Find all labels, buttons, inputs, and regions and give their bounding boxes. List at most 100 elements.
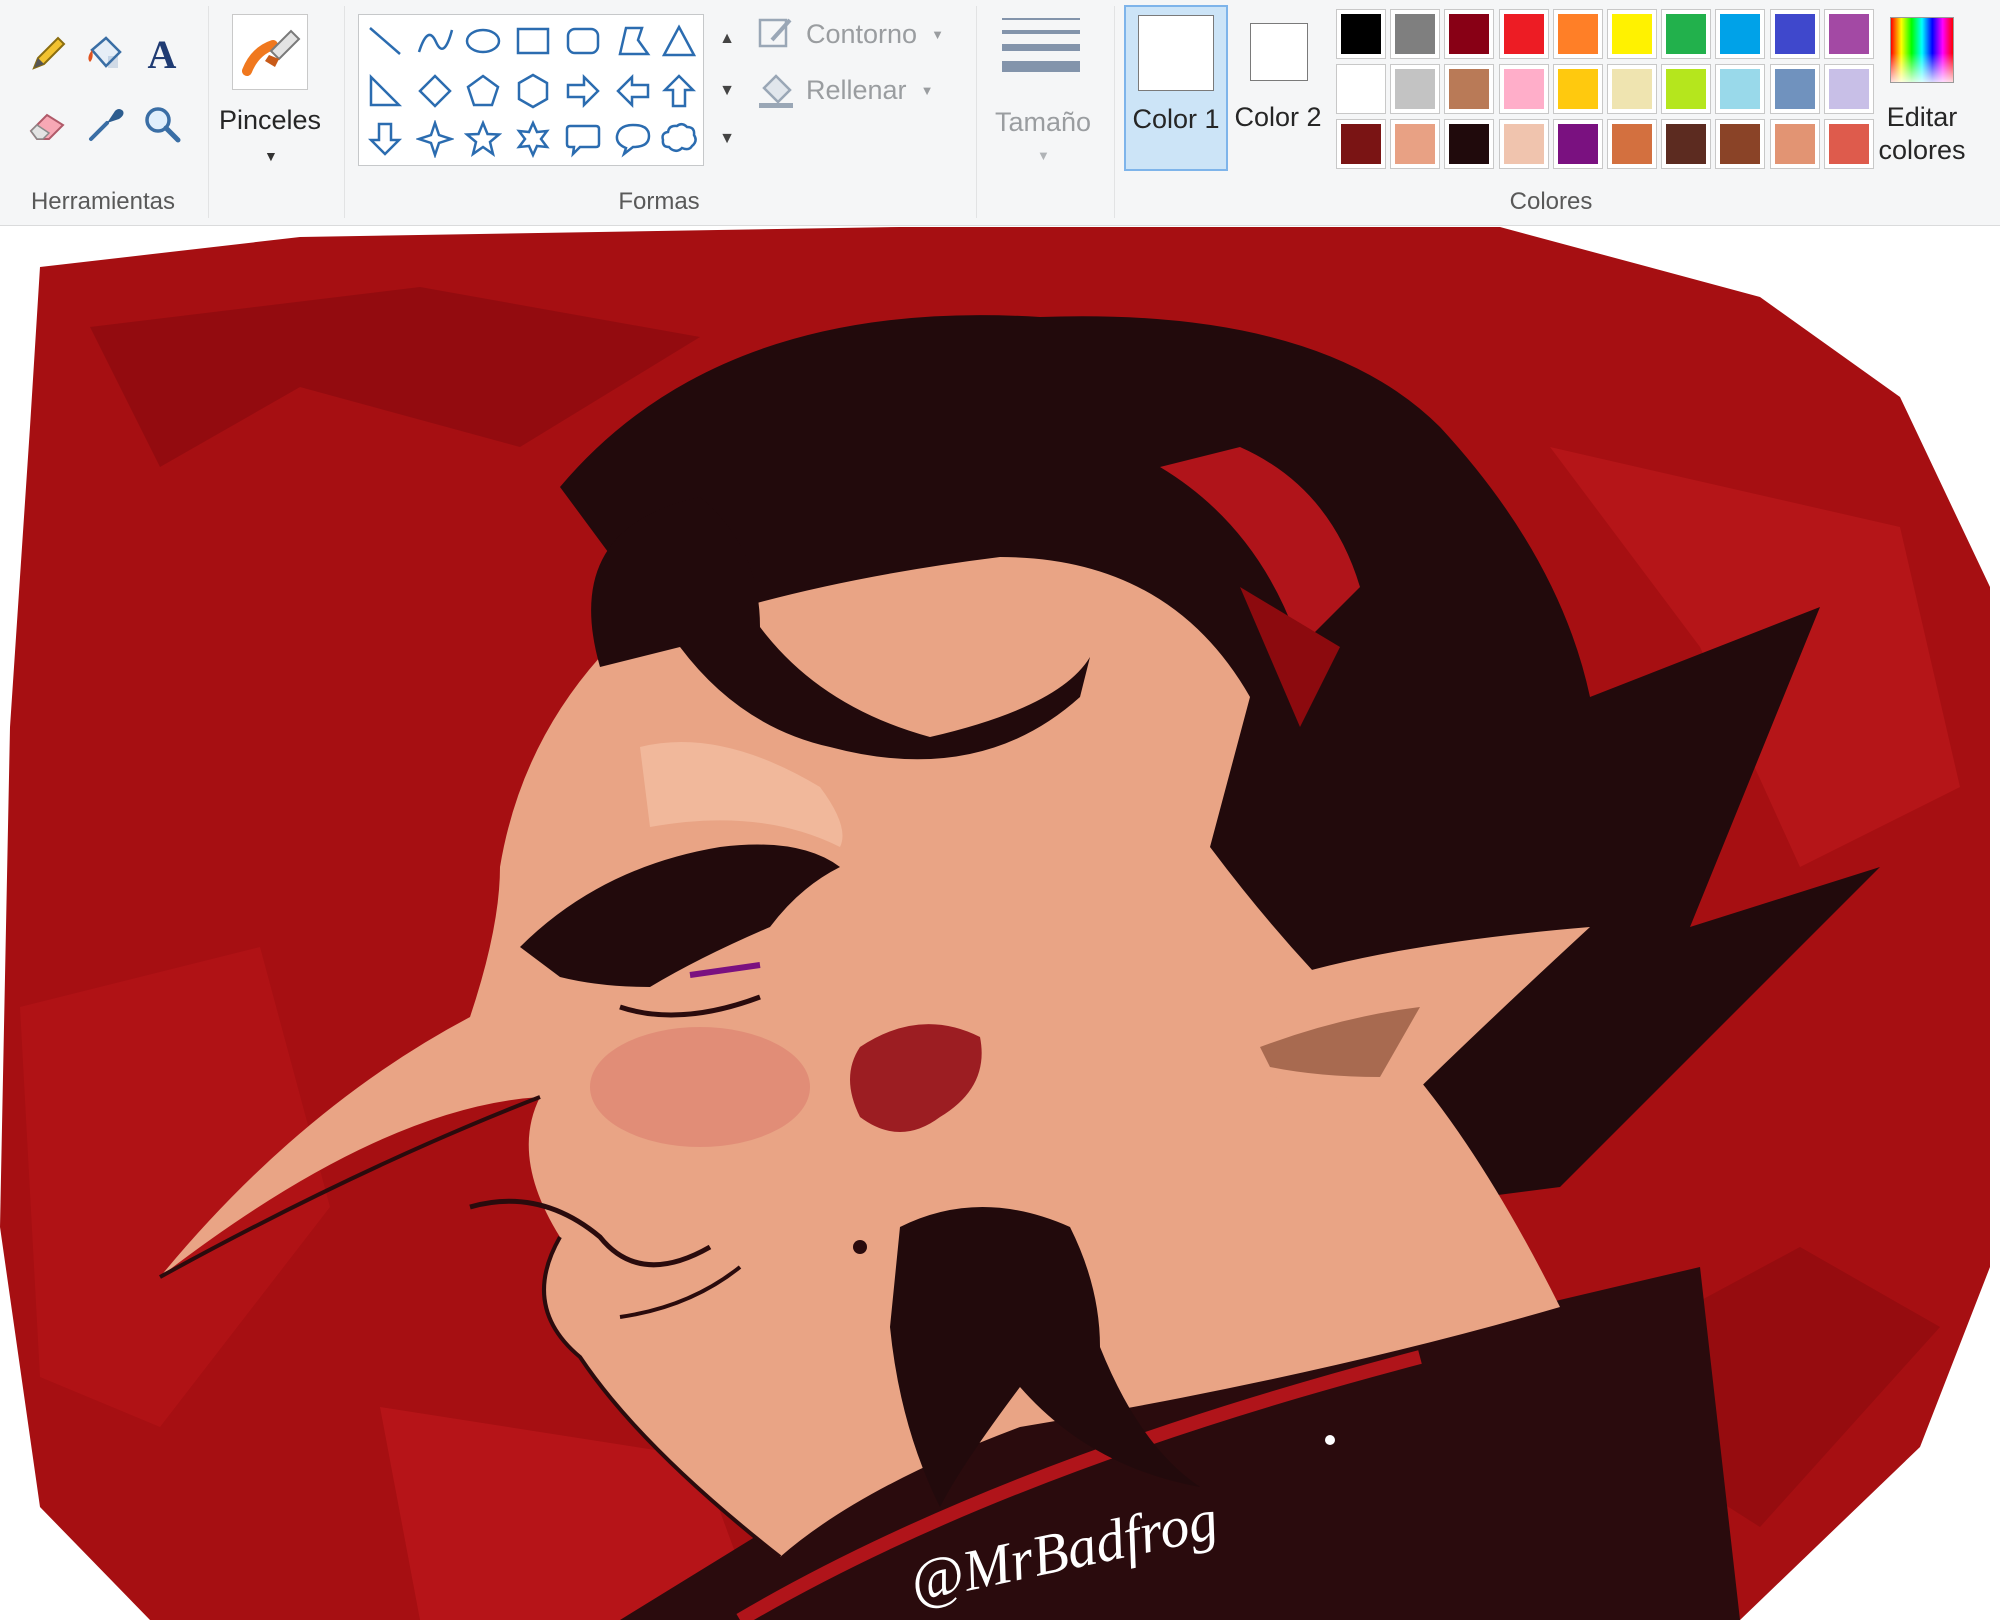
shape-right-triangle[interactable] bbox=[361, 67, 409, 115]
swatch-color bbox=[1557, 69, 1598, 109]
swatch-color bbox=[1666, 14, 1707, 54]
shape-rounded-callout[interactable] bbox=[559, 115, 607, 163]
palette-swatch[interactable] bbox=[1498, 9, 1549, 59]
shape-up-arrow[interactable] bbox=[655, 67, 703, 115]
outline-button[interactable]: Contorno ▼ bbox=[756, 10, 944, 58]
edit-colors-button[interactable]: Editar colores bbox=[1868, 5, 1976, 171]
color-picker-icon[interactable] bbox=[80, 98, 132, 150]
palette-swatch[interactable] bbox=[1607, 9, 1657, 59]
color1-button[interactable]: Color 1 bbox=[1124, 5, 1228, 171]
shape-right-arrow[interactable] bbox=[559, 67, 607, 115]
ribbon: A Herramientas Pinceles ▼ ▲ ▼ ▼ Contorno… bbox=[0, 0, 2000, 226]
swatch-color bbox=[1395, 124, 1436, 164]
shape-polygon[interactable] bbox=[609, 17, 657, 65]
swatch-color bbox=[1612, 69, 1652, 109]
swatch-color bbox=[1395, 14, 1436, 54]
shape-five-point-star[interactable] bbox=[459, 115, 507, 163]
separator bbox=[208, 6, 209, 218]
swatch-color bbox=[1612, 124, 1652, 164]
shape-six-point-star[interactable] bbox=[509, 115, 557, 163]
shape-rectangle[interactable] bbox=[509, 17, 557, 65]
tools-group-label: Herramientas bbox=[30, 188, 176, 215]
palette-swatch[interactable] bbox=[1823, 9, 1874, 59]
shape-line[interactable] bbox=[361, 17, 409, 65]
shape-curve[interactable] bbox=[411, 17, 459, 65]
shape-diamond[interactable] bbox=[411, 67, 459, 115]
palette-swatch[interactable] bbox=[1390, 9, 1441, 59]
pencil-icon[interactable] bbox=[22, 28, 74, 80]
palette-swatch[interactable] bbox=[1769, 64, 1820, 114]
fill-bucket-icon[interactable] bbox=[80, 28, 132, 80]
swatch-color bbox=[1774, 14, 1815, 54]
text-icon[interactable]: A bbox=[136, 28, 188, 80]
palette-swatch[interactable] bbox=[1715, 119, 1766, 169]
swatch-color bbox=[1720, 69, 1761, 109]
swatch-color bbox=[1503, 14, 1544, 54]
palette-swatch[interactable] bbox=[1336, 9, 1386, 59]
swatch-color bbox=[1503, 124, 1544, 164]
palette-swatch[interactable] bbox=[1498, 64, 1549, 114]
palette-swatch[interactable] bbox=[1444, 119, 1495, 169]
swatch-color bbox=[1557, 124, 1598, 164]
shape-oval[interactable] bbox=[459, 17, 507, 65]
palette-swatch[interactable] bbox=[1661, 64, 1712, 114]
eraser-icon[interactable] bbox=[22, 98, 74, 150]
shape-left-arrow[interactable] bbox=[609, 67, 657, 115]
palette-swatch[interactable] bbox=[1715, 64, 1766, 114]
shape-down-arrow[interactable] bbox=[361, 115, 409, 163]
palette-swatch[interactable] bbox=[1607, 64, 1657, 114]
swatch-color bbox=[1666, 124, 1707, 164]
swatch-color bbox=[1341, 14, 1381, 54]
swatch-color bbox=[1449, 124, 1490, 164]
palette-swatch[interactable] bbox=[1336, 64, 1386, 114]
palette-swatch[interactable] bbox=[1769, 119, 1820, 169]
palette-swatch[interactable] bbox=[1661, 119, 1712, 169]
palette-swatch[interactable] bbox=[1498, 119, 1549, 169]
palette-swatch[interactable] bbox=[1552, 64, 1603, 114]
shape-cloud-callout[interactable] bbox=[655, 115, 703, 163]
palette-swatch[interactable] bbox=[1552, 9, 1603, 59]
shape-pentagon[interactable] bbox=[459, 67, 507, 115]
shape-rounded-rectangle[interactable] bbox=[559, 17, 607, 65]
palette-swatch[interactable] bbox=[1607, 119, 1657, 169]
palette-swatch[interactable] bbox=[1444, 64, 1495, 114]
gallery-scroll-up[interactable]: ▲ bbox=[706, 14, 748, 64]
shape-hexagon[interactable] bbox=[509, 67, 557, 115]
palette-swatch[interactable] bbox=[1552, 119, 1603, 169]
swatch-color bbox=[1557, 14, 1598, 54]
shape-triangle[interactable] bbox=[655, 17, 703, 65]
separator bbox=[1114, 6, 1115, 218]
magnifier-icon[interactable] bbox=[136, 98, 188, 150]
swatch-color bbox=[1449, 14, 1490, 54]
brushes-label: Pinceles bbox=[218, 105, 322, 135]
chevron-down-icon: ▼ bbox=[1037, 148, 1050, 163]
color1-swatch bbox=[1138, 15, 1214, 91]
shape-four-point-star[interactable] bbox=[411, 115, 459, 163]
size-lines-icon bbox=[1002, 18, 1080, 72]
color2-swatch bbox=[1250, 23, 1308, 81]
fill-button[interactable]: Rellenar ▼ bbox=[756, 66, 933, 114]
swatch-color bbox=[1341, 69, 1381, 109]
palette-swatch[interactable] bbox=[1390, 64, 1441, 114]
chevron-down-icon: ▼ bbox=[931, 26, 944, 42]
swatch-color bbox=[1395, 69, 1436, 109]
gallery-expand[interactable]: ▼ bbox=[706, 114, 748, 164]
swatch-color bbox=[1612, 14, 1652, 54]
palette-swatch[interactable] bbox=[1715, 9, 1766, 59]
gallery-scroll-down[interactable]: ▼ bbox=[706, 66, 748, 116]
palette-swatch[interactable] bbox=[1390, 119, 1441, 169]
palette-swatch[interactable] bbox=[1336, 119, 1386, 169]
brushes-button[interactable]: Pinceles ▼ bbox=[219, 10, 321, 170]
palette-swatch[interactable] bbox=[1661, 9, 1712, 59]
color2-button[interactable]: Color 2 bbox=[1234, 5, 1322, 171]
size-button[interactable]: Tamaño ▼ bbox=[984, 8, 1102, 172]
shapes-group-label: Formas bbox=[618, 188, 700, 215]
fill-icon bbox=[759, 74, 793, 108]
swatch-color bbox=[1341, 124, 1381, 164]
drawing-canvas[interactable]: @MrBadfrog bbox=[0, 227, 2000, 1620]
palette-swatch[interactable] bbox=[1444, 9, 1495, 59]
size-label: Tamaño bbox=[994, 107, 1092, 137]
shape-oval-callout[interactable] bbox=[609, 115, 657, 163]
swatch-color bbox=[1666, 69, 1707, 109]
palette-swatch[interactable] bbox=[1769, 9, 1820, 59]
